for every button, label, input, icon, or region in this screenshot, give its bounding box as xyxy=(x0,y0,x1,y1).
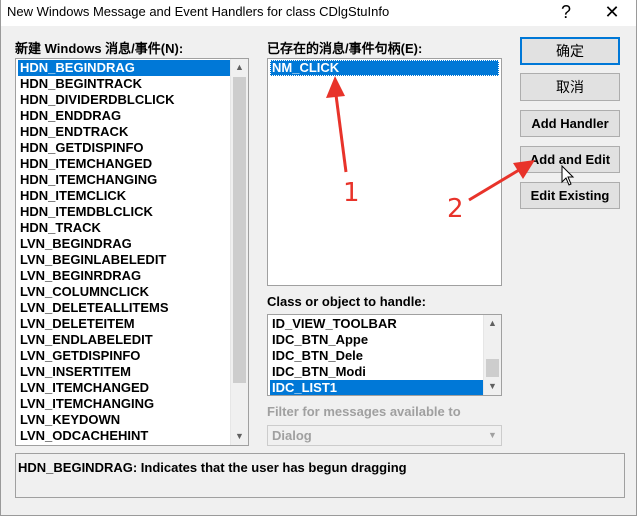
arrow-2-line xyxy=(468,168,520,202)
dialog-window: New Windows Message and Event Handlers f… xyxy=(0,0,637,516)
annotation-marker-1: 1 xyxy=(343,178,360,208)
arrow-2-head xyxy=(513,160,535,179)
arrow-1-line xyxy=(334,94,348,173)
annotation-marker-2: 2 xyxy=(447,194,464,224)
arrow-1-head xyxy=(326,76,345,98)
mouse-cursor-icon xyxy=(561,165,575,186)
annotation-arrows xyxy=(326,76,535,202)
